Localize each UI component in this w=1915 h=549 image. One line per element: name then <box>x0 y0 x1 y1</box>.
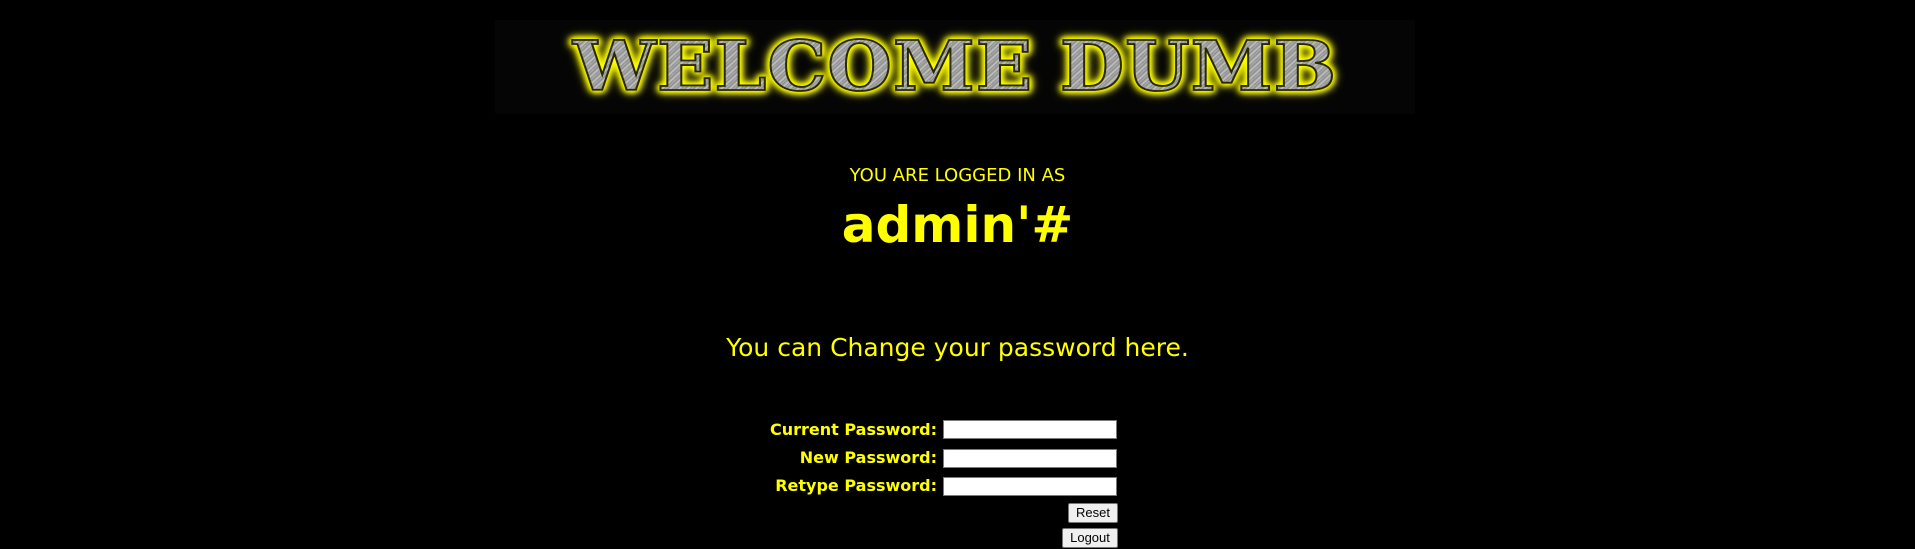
reset-button[interactable]: Reset <box>1068 503 1118 523</box>
new-password-input[interactable] <box>943 449 1117 468</box>
logout-button[interactable]: Logout <box>1062 528 1118 548</box>
page: WELCOME DUMB YOU ARE LOGGED IN AS admin'… <box>0 0 1915 549</box>
current-password-input[interactable] <box>943 420 1117 439</box>
banner-text: WELCOME DUMB <box>572 27 1338 107</box>
username: admin'# <box>841 196 1074 254</box>
new-password-label: New Password: <box>799 448 937 467</box>
welcome-banner: WELCOME DUMB <box>495 20 1415 114</box>
change-password-message: You can Change your password here. <box>726 333 1189 362</box>
retype-password-label: Retype Password: <box>775 476 937 495</box>
logged-in-label: YOU ARE LOGGED IN AS <box>849 165 1066 186</box>
retype-password-input[interactable] <box>943 477 1117 496</box>
current-password-label: Current Password: <box>769 420 937 439</box>
